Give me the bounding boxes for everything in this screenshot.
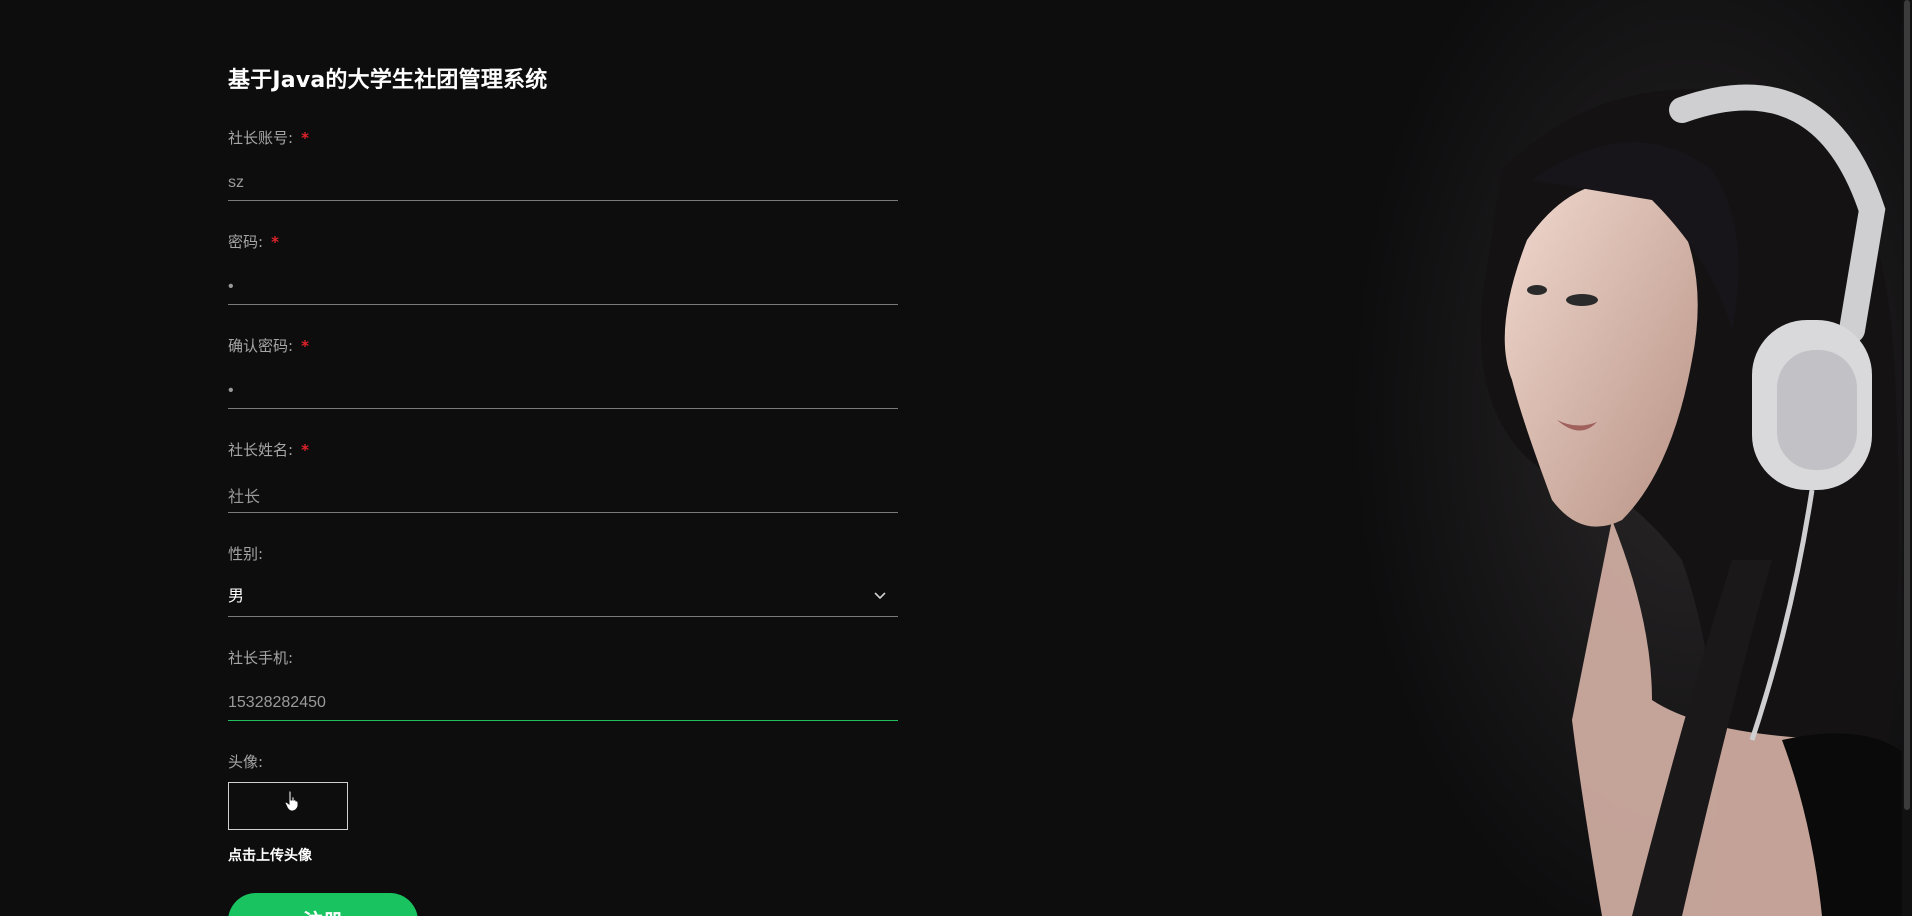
- required-marker: *: [301, 337, 309, 355]
- phone-input[interactable]: [228, 685, 898, 721]
- phone-field: 社长手机:: [228, 647, 898, 721]
- gender-label: 性别:: [228, 545, 264, 563]
- gender-select[interactable]: 男: [228, 581, 898, 617]
- gender-field: 性别: 男: [228, 543, 898, 617]
- required-marker: *: [301, 441, 309, 459]
- avatar-label: 头像:: [228, 753, 264, 771]
- phone-label: 社长手机:: [228, 649, 294, 667]
- hand-cursor-icon: [284, 790, 299, 812]
- register-button[interactable]: 注册: [228, 893, 418, 916]
- password-field: 密码: *: [228, 231, 898, 305]
- required-marker: *: [301, 129, 309, 147]
- confirm-password-field: 确认密码: *: [228, 335, 898, 409]
- password-label: 密码: *: [228, 231, 898, 253]
- scrollbar[interactable]: [1902, 0, 1912, 916]
- scrollbar-thumb[interactable]: [1904, 0, 1910, 810]
- page-title: 基于Java的大学生社团管理系统: [228, 68, 548, 93]
- chevron-down-icon: [874, 592, 886, 600]
- password-input[interactable]: [228, 269, 898, 305]
- name-field: 社长姓名: *: [228, 439, 898, 513]
- avatar-field: 头像:: [228, 751, 898, 773]
- account-field: 社长账号: *: [228, 127, 898, 201]
- confirm-password-label-text: 确认密码:: [228, 337, 294, 355]
- upload-avatar-hint: 点击上传头像: [228, 848, 312, 864]
- confirm-password-label: 确认密码: *: [228, 335, 898, 357]
- avatar-upload-box[interactable]: [228, 782, 348, 830]
- gender-selected-value: 男: [228, 586, 245, 605]
- register-page: 基于Java的大学生社团管理系统 社长账号: * 密码: * 确认密码: * 社长姓名…: [0, 0, 1912, 916]
- account-input[interactable]: [228, 165, 898, 201]
- confirm-password-input[interactable]: [228, 373, 898, 409]
- name-label: 社长姓名: *: [228, 439, 898, 461]
- account-label-text: 社长账号:: [228, 129, 294, 147]
- account-label: 社长账号: *: [228, 127, 898, 149]
- required-marker: *: [271, 233, 279, 251]
- name-label-text: 社长姓名:: [228, 441, 294, 459]
- name-input[interactable]: [228, 477, 898, 513]
- password-label-text: 密码:: [228, 233, 264, 251]
- hero-portrait-image: [1352, 0, 1912, 916]
